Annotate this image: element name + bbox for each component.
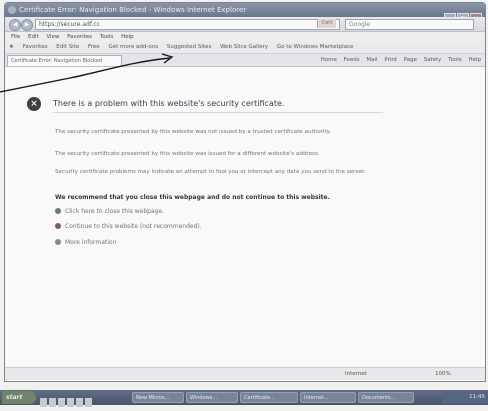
status-bar: Internet 100% [5, 367, 485, 380]
more-information-toggle[interactable]: More information [55, 239, 116, 247]
taskbar-button[interactable]: Internet... [300, 392, 356, 403]
more-information-label[interactable]: More information [65, 239, 116, 246]
error-paragraph: The security certificate presented by th… [55, 151, 320, 157]
safety-menu-button[interactable]: Safety [424, 57, 442, 63]
error-paragraph: The security certificate presented by th… [55, 129, 331, 135]
taskbar-button[interactable]: Certificate... [240, 392, 298, 403]
taskbar-button[interactable]: New Micros... [132, 392, 184, 403]
favbar-item[interactable]: Web Slice Gallery [220, 44, 268, 50]
annotation-arrow [0, 53, 174, 93]
recommendation-text: We recommend that you close this webpage… [55, 194, 330, 201]
green-shield-icon [55, 208, 61, 214]
quicklaunch-icon[interactable] [67, 398, 74, 407]
quicklaunch-icon[interactable] [85, 398, 92, 407]
error-heading: There is a problem with this website's s… [53, 99, 285, 108]
back-button[interactable]: ◀ [9, 19, 21, 31]
ie-logo-icon [8, 6, 16, 14]
help-menu-button[interactable]: Help [468, 57, 481, 63]
start-button[interactable]: start [2, 391, 36, 404]
continue-to-website-link[interactable]: Continue to this website (not recommende… [55, 223, 202, 231]
expand-arrow-icon [55, 239, 61, 245]
continue-label[interactable]: Continue to this website (not recommende… [65, 223, 202, 230]
url-input[interactable]: https://secure.adf.cc [35, 19, 340, 30]
taskbar: start New Micros... Windows... Certifica… [0, 390, 488, 407]
quicklaunch-icon[interactable] [58, 398, 65, 407]
quicklaunch-icon[interactable] [76, 398, 83, 407]
quicklaunch-icon[interactable] [40, 398, 47, 407]
quick-launch [40, 392, 94, 411]
internet-zone-indicator: Internet [345, 371, 367, 377]
feeds-icon[interactable]: Feeds [344, 57, 360, 63]
taskbar-button[interactable]: Documents... [358, 392, 414, 403]
red-shield-icon [55, 223, 61, 229]
print-icon[interactable]: Print [384, 57, 397, 63]
page-menu-button[interactable]: Page [404, 57, 417, 63]
close-webpage-link[interactable]: Click here to close this webpage. [55, 208, 164, 216]
taskbar-button[interactable]: Windows... [186, 392, 238, 403]
window-title: Certificate Error: Navigation Blocked - … [19, 6, 247, 14]
tools-menu-button[interactable]: Tools [448, 57, 462, 63]
divider [53, 112, 383, 113]
page-content: × There is a problem with this website's… [5, 67, 485, 367]
close-webpage-label[interactable]: Click here to close this webpage. [65, 208, 164, 215]
home-icon[interactable]: Home [321, 57, 337, 63]
favbar-item[interactable]: Go to Windows Marketplace [277, 44, 354, 50]
zoom-level[interactable]: 100% [435, 368, 451, 380]
system-tray-clock[interactable]: 11:45 [442, 391, 488, 404]
error-paragraph: Security certificate problems may indica… [55, 169, 366, 175]
address-bar: ◀ ▶ https://secure.adf.cc Cert Google [5, 17, 485, 32]
mail-icon[interactable]: Mail [366, 57, 377, 63]
search-input[interactable]: Google [345, 19, 474, 30]
certificate-error-badge[interactable]: Cert [317, 19, 336, 28]
title-bar: Certificate Error: Navigation Blocked - … [5, 3, 485, 17]
command-bar: Home Feeds Mail Print Page Safety Tools … [316, 55, 481, 65]
forward-button[interactable]: ▶ [21, 19, 33, 31]
quicklaunch-icon[interactable] [49, 398, 56, 407]
